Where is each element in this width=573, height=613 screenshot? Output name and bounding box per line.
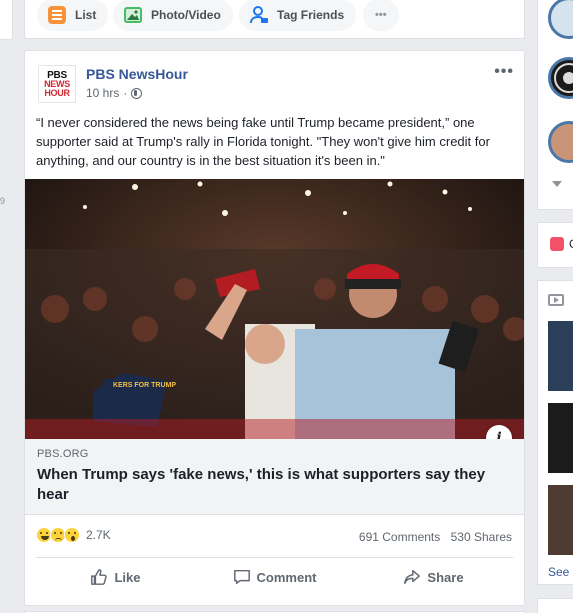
left-column-edge bbox=[0, 0, 13, 40]
action-divider bbox=[36, 557, 513, 558]
page-avatar[interactable]: PBS NEWS HOUR bbox=[38, 65, 76, 103]
photo-video-label: Photo/Video bbox=[151, 8, 221, 22]
like-label: Like bbox=[114, 569, 141, 585]
contact-avatar[interactable] bbox=[548, 0, 573, 39]
comments-count[interactable]: 691 Comments bbox=[359, 530, 440, 544]
videos-panel: See bbox=[537, 280, 573, 585]
post-meta: 10 hrs · bbox=[86, 86, 143, 100]
news-feed-post: PBS NEWS HOUR PBS NewsHour 10 hrs · ••• … bbox=[24, 50, 525, 606]
post-actions: Like Comment Share bbox=[36, 561, 513, 593]
post-text: “I never considered the news being fake … bbox=[36, 115, 490, 168]
seal-icon bbox=[554, 63, 573, 93]
reactions-summary[interactable]: 2.7K bbox=[36, 527, 111, 543]
contacts-panel bbox=[537, 0, 573, 210]
shares-count[interactable]: 530 Shares bbox=[451, 530, 512, 544]
video-thumbnail[interactable] bbox=[548, 485, 573, 555]
gift-icon bbox=[550, 237, 564, 251]
list-button[interactable]: List bbox=[37, 0, 109, 31]
link-title[interactable]: When Trump says 'fake news,' this is wha… bbox=[37, 465, 507, 505]
video-icon bbox=[548, 294, 564, 306]
post-author-name[interactable]: PBS NewsHour bbox=[86, 66, 188, 82]
comment-icon bbox=[233, 569, 250, 585]
engagement-counts: 691 Comments 530 Shares bbox=[359, 530, 512, 544]
avatar-logo-line-3: HOUR bbox=[44, 87, 70, 98]
photo-video-button[interactable]: Photo/Video bbox=[113, 0, 233, 31]
crowd-sign-text: KERS FOR TRUMP bbox=[113, 382, 176, 389]
birthdays-label[interactable]: G bbox=[569, 237, 573, 251]
contact-avatar[interactable] bbox=[548, 121, 573, 163]
share-label: Share bbox=[427, 569, 464, 585]
post-timestamp[interactable]: 10 hrs bbox=[86, 86, 119, 100]
tag-friends-label: Tag Friends bbox=[277, 8, 345, 22]
post-composer-actions: List Photo/Video Tag Friends ••• bbox=[24, 0, 525, 39]
tag-friends-icon bbox=[249, 5, 269, 25]
birthdays-panel: G bbox=[537, 222, 573, 268]
share-button[interactable]: Share bbox=[354, 561, 513, 593]
comment-label: Comment bbox=[256, 569, 317, 585]
link-preview[interactable]: PBS.ORG When Trump says 'fake news,' thi… bbox=[25, 439, 524, 515]
post-options-button[interactable]: ••• bbox=[494, 63, 514, 81]
meta-separator: · bbox=[123, 86, 128, 100]
list-icon bbox=[47, 5, 67, 25]
list-label: List bbox=[75, 8, 97, 22]
thumbs-up-icon bbox=[91, 569, 108, 585]
chevron-down-icon[interactable] bbox=[552, 181, 562, 187]
rally-photo: KERS FOR TRUMP bbox=[25, 179, 524, 439]
video-thumbnail[interactable] bbox=[548, 321, 573, 391]
contact-avatar[interactable] bbox=[548, 57, 573, 99]
share-icon bbox=[404, 569, 421, 585]
more-dots-icon: ••• bbox=[375, 9, 387, 21]
composer-more-button[interactable]: ••• bbox=[363, 0, 399, 31]
link-source: PBS.ORG bbox=[37, 448, 89, 460]
globe-icon[interactable] bbox=[131, 87, 143, 99]
comment-button[interactable]: Comment bbox=[195, 561, 354, 593]
link-image[interactable]: KERS FOR TRUMP i bbox=[25, 179, 524, 439]
video-thumbnail[interactable] bbox=[548, 403, 573, 473]
like-button[interactable]: Like bbox=[36, 561, 195, 593]
photo-icon bbox=[123, 5, 143, 25]
tag-friends-button[interactable]: Tag Friends bbox=[239, 0, 357, 31]
next-panel bbox=[537, 598, 573, 613]
wow-reaction-icon bbox=[64, 527, 80, 543]
left-column-number: 9 bbox=[0, 196, 6, 206]
see-more-link[interactable]: See bbox=[548, 565, 569, 579]
reaction-count: 2.7K bbox=[86, 528, 111, 542]
